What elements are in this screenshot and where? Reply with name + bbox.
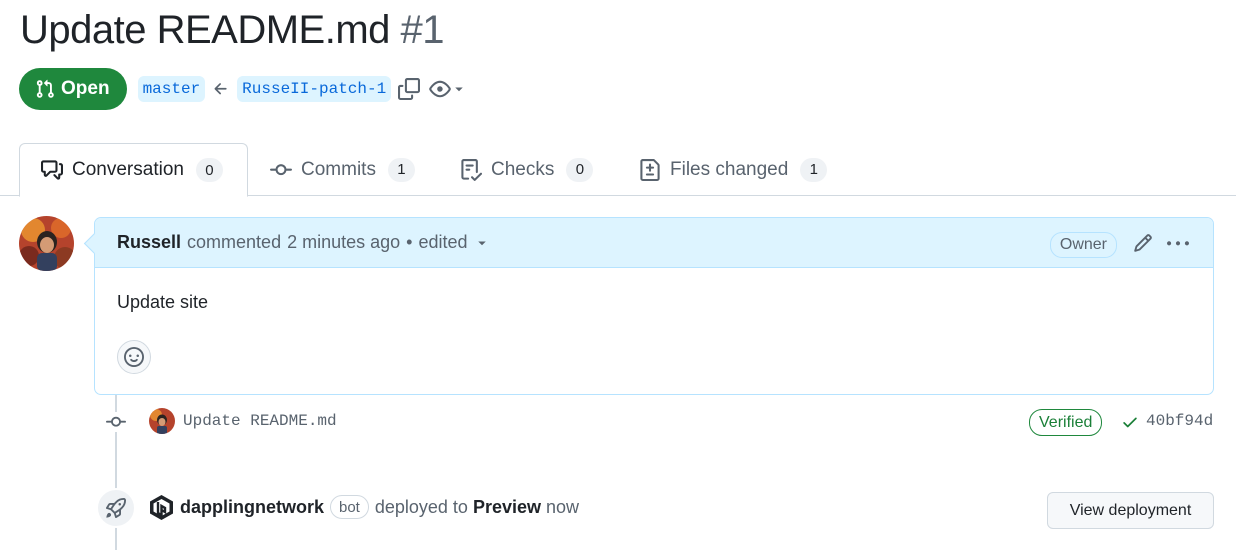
file-diff-icon bbox=[640, 158, 660, 181]
tab-conversation-count: 0 bbox=[195, 158, 223, 182]
comment-discussion-icon bbox=[41, 160, 63, 180]
deployment-action: deployed to bbox=[374, 496, 468, 517]
comment-action: commented bbox=[187, 232, 282, 252]
pr-number: #1 bbox=[400, 8, 445, 52]
deployment-actor[interactable]: dapplingnetwork bbox=[180, 497, 324, 518]
tab-files-changed-count: 1 bbox=[800, 157, 828, 182]
copy-icon[interactable] bbox=[398, 78, 421, 100]
tab-files-changed-label: Files changed bbox=[670, 158, 789, 180]
state-badge-open: Open bbox=[19, 68, 127, 110]
pr-title: Update README.md #1 bbox=[20, 8, 445, 53]
tab-commits-label: Commits bbox=[301, 158, 376, 180]
tab-commits-count: 1 bbox=[387, 157, 415, 182]
arrow-left-icon bbox=[212, 80, 230, 98]
deployment-time[interactable]: now bbox=[546, 497, 579, 518]
watch-eye-icon[interactable] bbox=[429, 78, 465, 100]
deployment-environment[interactable]: Preview bbox=[473, 497, 541, 518]
comment-separator: • bbox=[406, 232, 413, 252]
pencil-icon[interactable] bbox=[1133, 233, 1153, 258]
verified-badge[interactable]: Verified bbox=[1029, 409, 1103, 436]
comment-author-avatar[interactable] bbox=[19, 216, 74, 271]
head-branch-link[interactable]: RusseII-patch-1 bbox=[237, 76, 392, 102]
dappling-logo-icon[interactable] bbox=[148, 494, 175, 521]
checklist-icon bbox=[461, 158, 482, 181]
chevron-down-icon bbox=[455, 87, 463, 92]
owner-badge: Owner bbox=[1049, 232, 1117, 258]
commit-sha-link[interactable]: 40bf94d bbox=[1146, 412, 1213, 430]
add-reaction-smiley-icon[interactable] bbox=[117, 340, 151, 374]
check-icon bbox=[1121, 413, 1139, 431]
git-commit-icon bbox=[270, 163, 292, 175]
comment-timestamp[interactable]: 2 minutes ago bbox=[287, 232, 400, 253]
tab-checks-count: 0 bbox=[566, 157, 594, 182]
tab-conversation-label: Conversation bbox=[72, 159, 184, 180]
base-branch-link[interactable]: master bbox=[137, 76, 206, 102]
deployment-event: dapplingnetwork bot deployed to Preview … bbox=[148, 493, 579, 521]
comment-body: Update site bbox=[117, 292, 209, 312]
chevron-down-icon[interactable] bbox=[476, 237, 488, 249]
state-label: Open bbox=[61, 78, 110, 99]
tab-conversation[interactable]: Conversation 0 bbox=[19, 143, 248, 197]
tab-files-changed[interactable]: Files changed 1 bbox=[639, 143, 828, 196]
commit-author-avatar[interactable] bbox=[149, 408, 175, 434]
tab-checks[interactable]: Checks 0 bbox=[460, 143, 594, 196]
pr-description-comment: Russell commented 2 minutes ago • edited… bbox=[94, 217, 1214, 395]
comment-header: Russell commented 2 minutes ago • edited… bbox=[95, 218, 1213, 268]
comment-author[interactable]: Russell bbox=[117, 232, 181, 253]
pr-tabs: Conversation 0 Commits 1 Checks 0 Files … bbox=[0, 143, 1236, 197]
git-commit-icon bbox=[104, 412, 128, 432]
tab-checks-label: Checks bbox=[491, 158, 555, 180]
pr-title-text: Update README.md bbox=[20, 8, 390, 52]
tab-commits[interactable]: Commits 1 bbox=[270, 143, 415, 196]
comment-edited-menu[interactable]: edited bbox=[418, 232, 467, 253]
rocket-icon bbox=[96, 488, 136, 528]
kebab-horizontal-icon[interactable] bbox=[1167, 233, 1189, 260]
git-pull-request-icon bbox=[36, 79, 54, 98]
bot-badge: bot bbox=[330, 495, 369, 519]
view-deployment-button[interactable]: View deployment bbox=[1047, 492, 1214, 529]
pr-meta-row: Open master RusseII-patch-1 bbox=[19, 68, 465, 110]
commit-message-link[interactable]: Update README.md bbox=[183, 412, 337, 430]
